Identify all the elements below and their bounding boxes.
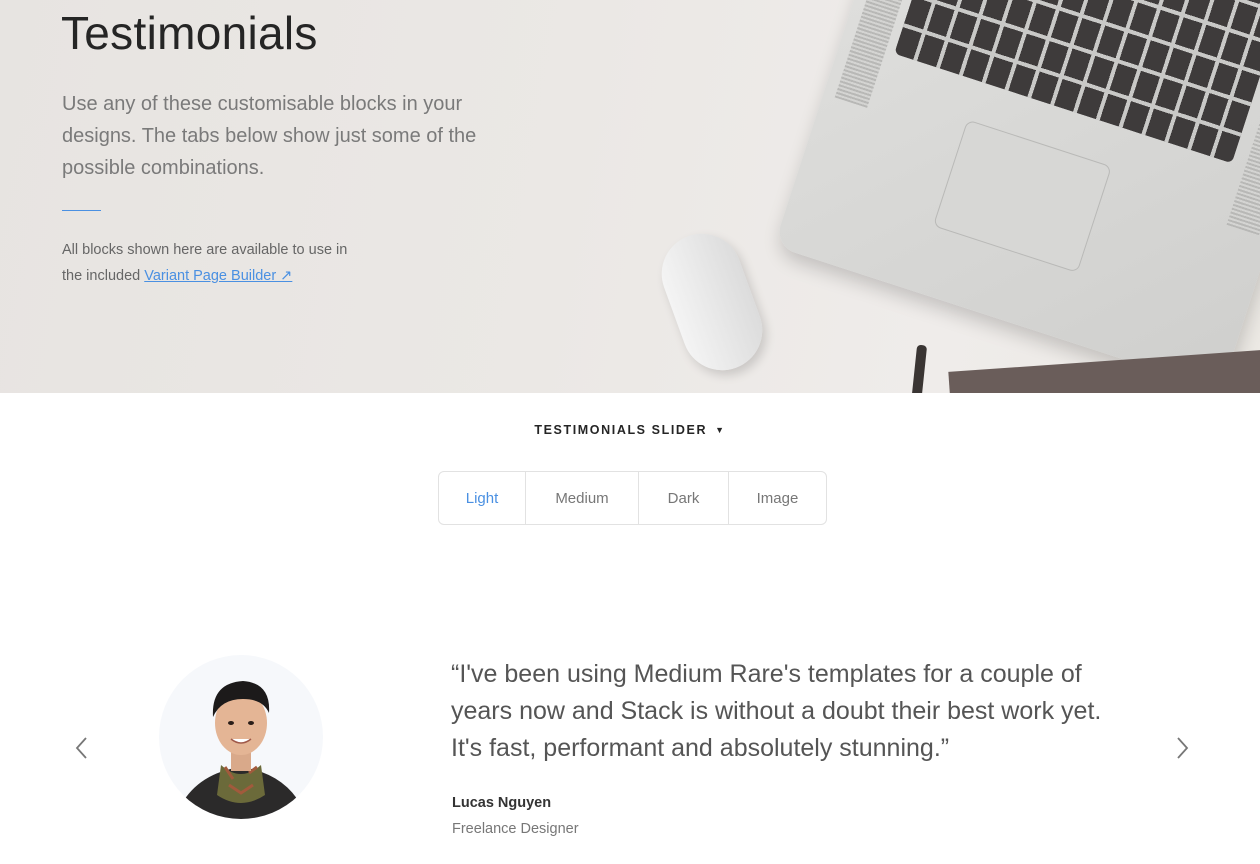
caret-down-icon: ▼ <box>715 425 726 435</box>
testimonial-author: Lucas Nguyen <box>452 795 552 811</box>
slider-prev-button[interactable] <box>70 734 94 762</box>
chevron-left-icon <box>75 737 87 759</box>
pen-image <box>910 344 928 393</box>
hero-note-line2: the included <box>62 268 141 284</box>
tab-dark[interactable]: Dark <box>639 472 729 524</box>
style-tabs: Light Medium Dark Image <box>438 471 827 525</box>
laptop-image <box>773 0 1260 392</box>
hero-divider <box>62 210 101 211</box>
chevron-right-icon <box>1177 737 1189 759</box>
testimonial-role: Freelance Designer <box>452 821 579 837</box>
hero-lead-text: Use any of these customisable blocks in … <box>62 93 477 179</box>
hero-note: All blocks shown here are available to u… <box>62 237 382 289</box>
variant-page-builder-link[interactable]: Variant Page Builder ↗ <box>144 268 292 284</box>
hero-note-line1: All blocks shown here are available to u… <box>62 242 348 258</box>
laptop-keyboard <box>894 0 1260 164</box>
tab-light[interactable]: Light <box>439 472 526 524</box>
notebook-image <box>948 348 1260 393</box>
block-type-selector[interactable]: TESTIMONIALS SLIDER ▼ <box>0 423 1260 437</box>
testimonial-quote: “I've been using Medium Rare's templates… <box>451 660 1102 762</box>
tab-medium[interactable]: Medium <box>526 472 639 524</box>
hero-section: Testimonials Use any of these customisab… <box>0 0 1260 393</box>
tab-image[interactable]: Image <box>729 472 826 524</box>
laptop-trackpad <box>932 119 1112 273</box>
block-type-label: TESTIMONIALS SLIDER <box>534 423 708 437</box>
person-portrait-icon <box>181 681 301 819</box>
avatar <box>159 655 323 819</box>
slider-next-button[interactable] <box>1170 734 1194 762</box>
page-title: Testimonials <box>61 7 318 59</box>
mouse-image <box>650 222 774 382</box>
